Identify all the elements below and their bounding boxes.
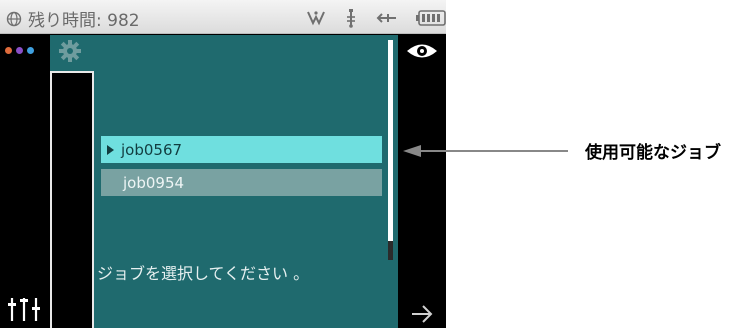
job-list-item[interactable]: job0954 — [101, 169, 382, 196]
status-left: 残り時間: 982 — [6, 6, 140, 31]
gear-icon[interactable] — [58, 39, 82, 63]
arrow-right-icon[interactable] — [410, 304, 434, 324]
callout-label: 使用可能なジョブ — [585, 143, 721, 163]
status-icons — [306, 8, 446, 28]
satellite-icon — [307, 11, 325, 26]
connector-icon — [376, 13, 396, 23]
usb-icon — [347, 9, 355, 28]
left-sidebar — [0, 35, 50, 328]
menu-dot — [16, 47, 23, 54]
side-panel — [50, 71, 94, 328]
remaining-time-label: 残り時間: 982 — [28, 11, 140, 31]
globe-icon — [6, 11, 22, 26]
battery-icon — [416, 10, 446, 26]
job-label: job0954 — [123, 173, 185, 192]
job-list-item-selected[interactable]: job0567 — [101, 136, 382, 163]
scrollbar-track[interactable] — [388, 40, 393, 260]
callout-line — [410, 150, 568, 152]
selection-marker-icon — [107, 144, 114, 155]
instruction-text: ジョブを選択してください 。 — [97, 264, 310, 283]
device-screen: 残り時間: 982 job0567 job0954 ジョブを選択してください 。 — [0, 0, 446, 328]
job-label: job0567 — [121, 140, 183, 159]
right-sidebar — [398, 35, 446, 328]
status-bar: 残り時間: 982 — [0, 0, 446, 34]
menu-dots-icon[interactable] — [5, 47, 34, 54]
sliders-icon[interactable] — [7, 296, 43, 322]
eye-icon[interactable] — [406, 42, 438, 60]
job-selection-panel: job0567 job0954 ジョブを選択してください 。 — [50, 35, 398, 328]
menu-dot — [5, 47, 12, 54]
scrollbar-thumb[interactable] — [388, 241, 393, 260]
menu-dot — [27, 47, 34, 54]
